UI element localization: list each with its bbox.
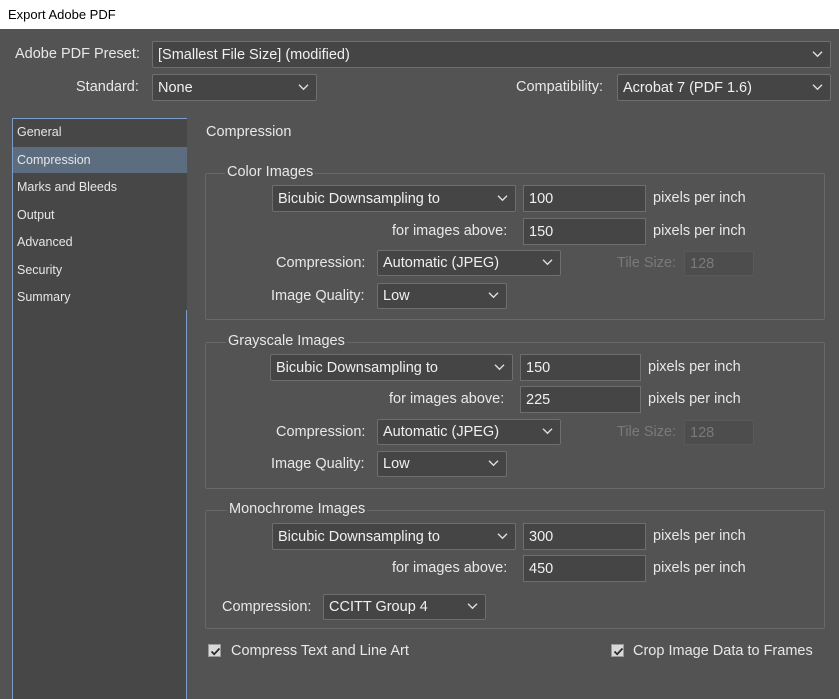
mono-downsampling-dropdown[interactable]: Bicubic Downsampling to	[272, 523, 516, 550]
chevron-down-icon	[542, 259, 553, 266]
mono-downsampling-value: Bicubic Downsampling to	[278, 528, 440, 545]
mono-compression-label: Compression:	[222, 599, 312, 615]
mono-ppi-value: 300	[529, 528, 554, 545]
gray-compression-label: Compression:	[276, 424, 366, 440]
chevron-down-icon	[488, 292, 499, 299]
gray-above-unit: pixels per inch	[648, 391, 741, 407]
chevron-down-icon	[542, 428, 553, 435]
chevron-down-icon	[488, 460, 499, 467]
mono-above-field[interactable]: 450	[523, 555, 646, 582]
preset-label: Adobe PDF Preset:	[15, 46, 140, 62]
chevron-down-icon	[497, 532, 508, 539]
color-quality-value: Low	[383, 288, 410, 304]
sidebar-item-general[interactable]: General	[13, 119, 187, 145]
checkmark-icon	[613, 647, 624, 656]
color-compression-dropdown[interactable]: Automatic (JPEG)	[377, 250, 561, 276]
mono-ppi-field[interactable]: 300	[523, 523, 646, 550]
sidebar-item-label: Compression	[17, 153, 91, 167]
mono-above-value: 450	[529, 560, 554, 577]
color-above-label: for images above:	[392, 223, 508, 239]
chevron-down-icon	[497, 194, 508, 201]
chevron-down-icon	[812, 50, 823, 57]
compatibility-label: Compatibility:	[516, 79, 604, 95]
crop-image-checkbox[interactable]	[611, 644, 624, 657]
color-compression-label: Compression:	[276, 255, 366, 271]
color-quality-dropdown[interactable]: Low	[377, 283, 507, 309]
sidebar-divider	[186, 310, 187, 699]
sidebar-item-marks-and-bleeds[interactable]: Marks and Bleeds	[13, 174, 187, 200]
gray-ppi-field[interactable]: 150	[520, 354, 641, 381]
gray-compression-dropdown[interactable]: Automatic (JPEG)	[377, 419, 561, 445]
sidebar-item-security[interactable]: Security	[13, 257, 187, 283]
gray-downsampling-dropdown[interactable]: Bicubic Downsampling to	[270, 354, 513, 381]
color-images-title: Color Images	[225, 164, 316, 180]
gray-above-value: 225	[526, 391, 551, 408]
color-tile-field: 128	[684, 251, 754, 276]
chevron-down-icon	[494, 363, 505, 370]
color-above-field[interactable]: 150	[523, 218, 646, 245]
color-quality-label: Image Quality:	[271, 288, 365, 304]
gray-tile-value: 128	[690, 424, 715, 441]
gray-compression-value: Automatic (JPEG)	[383, 424, 500, 440]
chevron-down-icon	[298, 83, 309, 90]
color-above-value: 150	[529, 223, 554, 240]
section-title: Compression	[206, 124, 292, 140]
color-ppi-value: 100	[529, 190, 554, 207]
gray-ppi-unit: pixels per inch	[648, 359, 741, 375]
compress-text-checkbox[interactable]	[208, 644, 221, 657]
gray-above-label: for images above:	[389, 391, 505, 407]
color-downsampling-value: Bicubic Downsampling to	[278, 190, 440, 207]
sidebar-item-compression[interactable]: Compression	[13, 147, 187, 173]
sidebar-item-label: Output	[17, 208, 55, 222]
color-tile-value: 128	[690, 255, 715, 272]
sidebar-item-label: Security	[17, 263, 63, 277]
standard-label: Standard:	[76, 79, 139, 95]
sidebar-item-label: Summary	[17, 290, 71, 304]
gray-quality-label: Image Quality:	[271, 456, 365, 472]
sidebar-item-label: Marks and Bleeds	[17, 180, 118, 194]
gray-above-field[interactable]: 225	[520, 386, 641, 413]
compatibility-dropdown[interactable]: Acrobat 7 (PDF 1.6)	[617, 74, 831, 101]
gray-quality-value: Low	[383, 456, 410, 472]
chevron-down-icon	[812, 83, 823, 90]
compress-text-label: Compress Text and Line Art	[231, 643, 409, 659]
mono-above-unit: pixels per inch	[653, 560, 746, 576]
color-ppi-field[interactable]: 100	[523, 185, 646, 212]
gray-downsampling-value: Bicubic Downsampling to	[276, 359, 438, 376]
checkmark-icon	[210, 647, 221, 656]
color-tile-label: Tile Size:	[617, 255, 677, 271]
sidebar-item-advanced[interactable]: Advanced	[13, 229, 187, 255]
crop-image-label: Crop Image Data to Frames	[633, 643, 813, 659]
preset-dropdown[interactable]: [Smallest File Size] (modified)	[152, 41, 831, 68]
title-bar: Export Adobe PDF	[0, 0, 839, 29]
mono-compression-dropdown[interactable]: CCITT Group 4	[323, 594, 486, 620]
mono-compression-value: CCITT Group 4	[329, 599, 428, 615]
mono-above-label: for images above:	[392, 560, 508, 576]
color-compression-value: Automatic (JPEG)	[383, 255, 500, 271]
sidebar: General Compression Marks and Bleeds Out…	[12, 118, 187, 699]
color-downsampling-dropdown[interactable]: Bicubic Downsampling to	[272, 185, 516, 212]
chevron-down-icon	[467, 603, 478, 610]
gray-quality-dropdown[interactable]: Low	[377, 451, 507, 477]
standard-value: None	[158, 79, 193, 96]
color-ppi-unit: pixels per inch	[653, 190, 746, 206]
compatibility-value: Acrobat 7 (PDF 1.6)	[623, 79, 752, 96]
window-title: Export Adobe PDF	[8, 7, 116, 22]
color-above-unit: pixels per inch	[653, 223, 746, 239]
sidebar-item-label: General	[17, 125, 62, 139]
sidebar-item-summary[interactable]: Summary	[13, 284, 187, 310]
monochrome-images-title: Monochrome Images	[227, 501, 368, 517]
standard-dropdown[interactable]: None	[152, 74, 317, 101]
grayscale-images-title: Grayscale Images	[226, 333, 347, 349]
gray-tile-field: 128	[684, 420, 754, 445]
gray-ppi-value: 150	[526, 359, 551, 376]
sidebar-item-label: Advanced	[17, 235, 73, 249]
gray-tile-label: Tile Size:	[617, 424, 677, 440]
sidebar-item-output[interactable]: Output	[13, 202, 187, 228]
preset-value: [Smallest File Size] (modified)	[158, 46, 350, 63]
mono-ppi-unit: pixels per inch	[653, 528, 746, 544]
